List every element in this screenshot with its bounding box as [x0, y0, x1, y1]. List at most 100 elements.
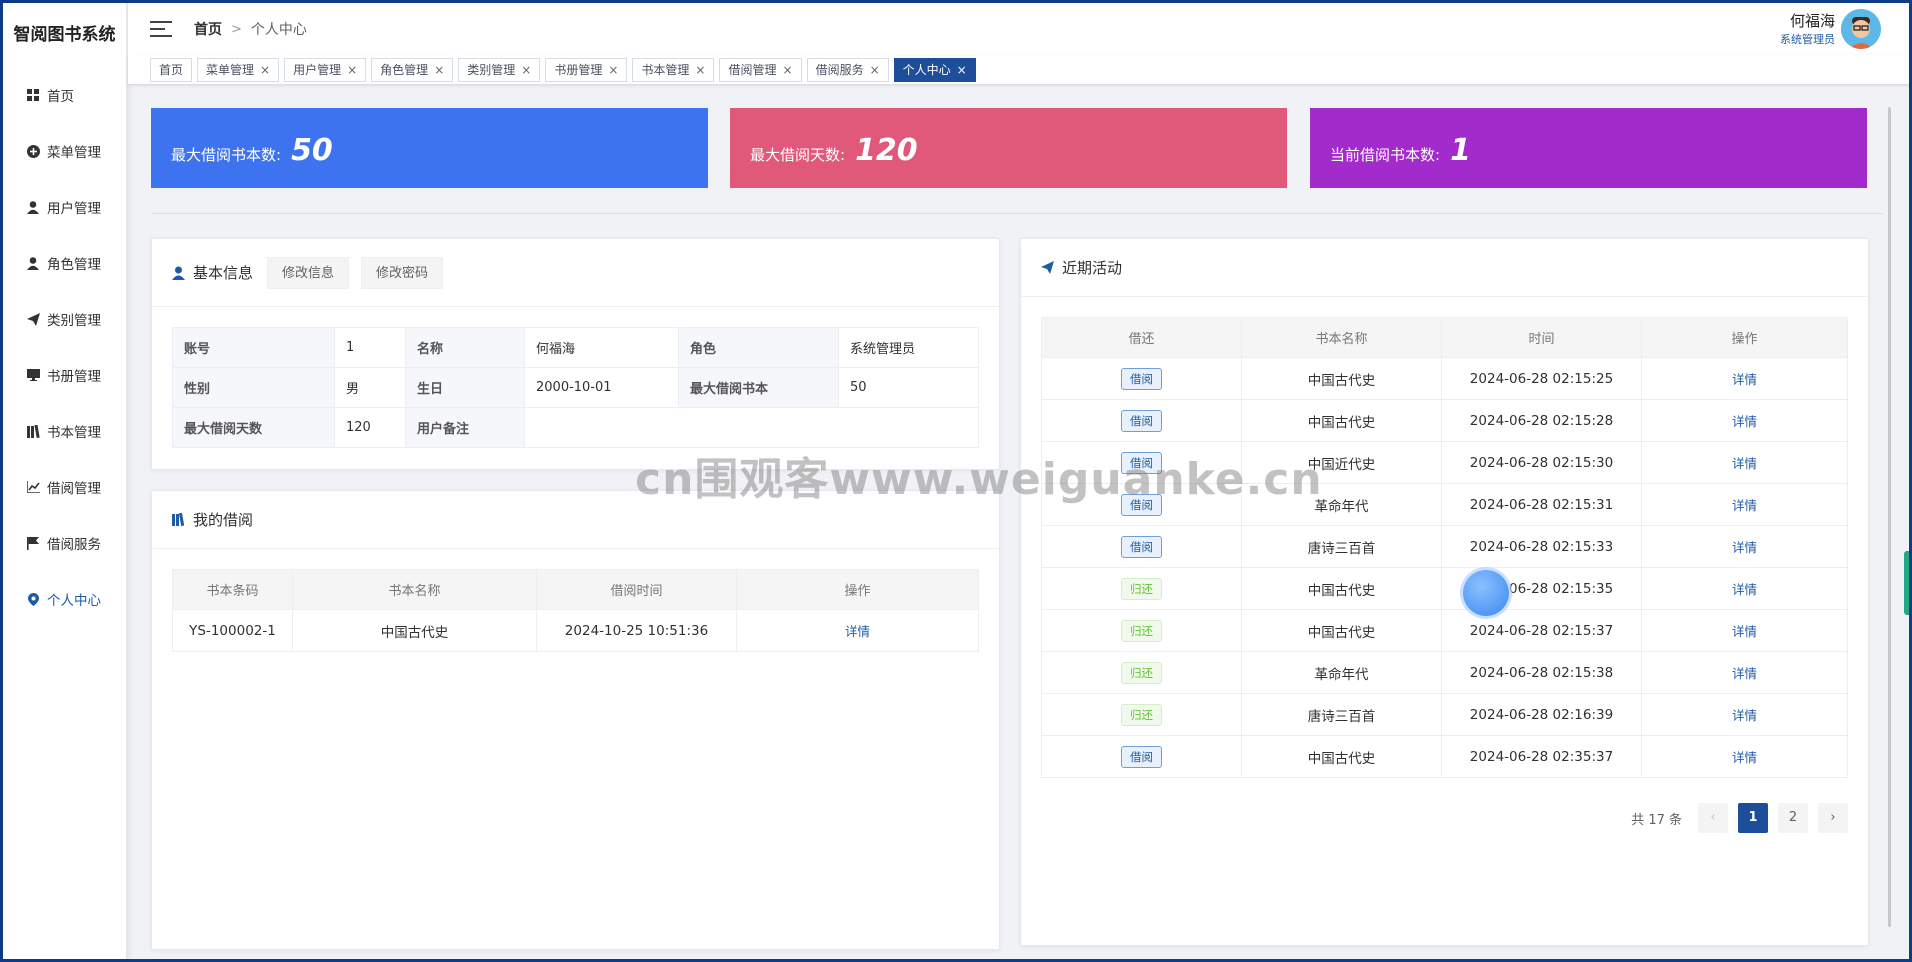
tag-item[interactable]: 书本管理 ×: [632, 57, 715, 82]
sidebar-item[interactable]: 借阅管理: [3, 459, 126, 515]
tag-item[interactable]: 用户管理 ×: [284, 57, 367, 82]
tag-item[interactable]: 菜单管理 ×: [197, 57, 280, 82]
avatar[interactable]: [1841, 9, 1881, 49]
close-icon[interactable]: ×: [608, 59, 618, 81]
type-cell: 借阅: [1041, 399, 1242, 442]
info-value: 50: [838, 367, 979, 408]
tag-item[interactable]: 借阅管理 ×: [719, 57, 802, 82]
status-badge: 借阅: [1121, 451, 1162, 474]
edit-info-button[interactable]: 修改信息: [267, 256, 350, 289]
book-name-cell: 中国古代史: [1241, 735, 1442, 778]
table-row: 借阅 革命年代 2024-06-28 02:15:31 详情: [1041, 483, 1848, 526]
time-cell: 2024-06-28 02:15:37: [1441, 609, 1642, 652]
close-icon[interactable]: ×: [434, 59, 444, 81]
page-scrollbar[interactable]: [1888, 107, 1891, 927]
breadcrumb-home[interactable]: 首页: [194, 19, 222, 39]
my-borrow-table: 书本条码 书本名称 借阅时间 操作 YS-100002-1 中国古代史 2024…: [172, 569, 979, 652]
close-icon[interactable]: ×: [870, 59, 880, 81]
sidebar-item[interactable]: 菜单管理: [3, 123, 126, 179]
info-value: 男: [334, 367, 406, 408]
borrow-time-cell: 2024-10-25 10:51:36: [536, 609, 737, 652]
edge-handle[interactable]: [1904, 551, 1909, 615]
sidebar-item[interactable]: 书册管理: [3, 347, 126, 403]
sidebar-item[interactable]: 角色管理: [3, 235, 126, 291]
breadcrumb-current: 个人中心: [250, 22, 307, 38]
detail-link[interactable]: 详情: [1732, 708, 1757, 723]
user-menu[interactable]: 何福海 系统管理员: [1780, 9, 1881, 49]
info-value: 1: [334, 327, 406, 368]
sidebar: 智阅图书系统 首页 菜单管理 用户管理 角色管理 类别管理 书册管理 书本管理 借阅管理 借阅服…: [3, 3, 127, 959]
sidebar-item[interactable]: 借阅服务: [3, 515, 126, 571]
sidebar-item[interactable]: 首页: [3, 67, 126, 123]
stat-label: 最大借阅天数:: [750, 145, 846, 164]
my-borrow-panel: 我的借阅 书本条码 书本名称 借阅时间 操作 YS-100002-1 中国古代史…: [151, 490, 1000, 950]
status-badge: 归还: [1121, 661, 1162, 684]
location-icon: [25, 591, 41, 607]
detail-link[interactable]: 详情: [1732, 414, 1757, 429]
book-name-cell: 革命年代: [1241, 483, 1442, 526]
close-icon[interactable]: ×: [347, 59, 357, 81]
menu-toggle-icon[interactable]: [150, 21, 172, 37]
change-password-button[interactable]: 修改密码: [361, 256, 444, 289]
info-value: [524, 407, 979, 448]
next-page-button[interactable]: ›: [1818, 803, 1848, 833]
sidebar-item-label: 借阅管理: [47, 481, 101, 497]
close-icon[interactable]: ×: [260, 59, 270, 81]
detail-link[interactable]: 详情: [1732, 624, 1757, 639]
action-cell: 详情: [1641, 399, 1848, 442]
sidebar-menu: 首页 菜单管理 用户管理 角色管理 类别管理 书册管理 书本管理借阅管理借阅服务 个人中心: [3, 67, 126, 627]
table-row: 借阅 中国近代史 2024-06-28 02:15:30 详情: [1041, 441, 1848, 484]
detail-link[interactable]: 详情: [1732, 540, 1757, 555]
panel-header: 基本信息 修改信息 修改密码: [152, 239, 999, 307]
close-icon[interactable]: ×: [957, 59, 967, 81]
info-key: 最大借阅天数: [172, 407, 335, 448]
detail-link[interactable]: 详情: [1732, 456, 1757, 471]
close-icon[interactable]: ×: [695, 59, 705, 81]
sidebar-item[interactable]: 个人中心: [3, 571, 126, 627]
page-button-1[interactable]: 1: [1738, 803, 1768, 833]
stat-value: 1: [1450, 132, 1471, 168]
sidebar-item[interactable]: 书本管理: [3, 403, 126, 459]
detail-link[interactable]: 详情: [845, 624, 870, 639]
detail-link[interactable]: 详情: [1732, 582, 1757, 597]
breadcrumb: 首页 > 个人中心: [194, 19, 307, 39]
barcode-cell: YS-100002-1: [172, 609, 293, 652]
pagination-total: 共 17 条: [1631, 812, 1682, 828]
tag-item[interactable]: 借阅服务 ×: [806, 57, 889, 82]
close-icon[interactable]: ×: [521, 59, 531, 81]
tag-item[interactable]: 首页: [150, 57, 193, 82]
tag-item[interactable]: 个人中心 ×: [893, 57, 976, 82]
detail-link[interactable]: 详情: [1732, 372, 1757, 387]
books-icon: [171, 513, 185, 527]
flag-icon: [25, 535, 41, 551]
stat-value: 120: [855, 132, 918, 168]
user-icon: [171, 266, 185, 280]
action-cell: 详情: [1641, 441, 1848, 484]
page-button-2[interactable]: 2: [1778, 803, 1808, 833]
basic-info-panel: 基本信息 修改信息 修改密码 账号 1 名称 何福海 角色 系统管理员 性别 男…: [151, 238, 1000, 470]
type-cell: 归还: [1041, 609, 1242, 652]
type-cell: 借阅: [1041, 483, 1242, 526]
detail-link[interactable]: 详情: [1732, 666, 1757, 681]
floating-assistant-icon[interactable]: [1463, 570, 1509, 616]
prev-page-button[interactable]: ‹: [1698, 803, 1728, 833]
table-row: 归还 唐诗三百首 2024-06-28 02:16:39 详情: [1041, 693, 1848, 736]
tag-item[interactable]: 角色管理 ×: [371, 57, 454, 82]
tag-item[interactable]: 类别管理 ×: [458, 57, 541, 82]
table-row: YS-100002-1 中国古代史 2024-10-25 10:51:36 详情: [172, 609, 979, 652]
recent-activity-panel: 近期活动 借还 书本名称 时间 操作 借阅 中国古代史 2024-06-28 02:…: [1020, 238, 1869, 946]
tag-item[interactable]: 书册管理 ×: [545, 57, 628, 82]
sidebar-item[interactable]: 用户管理: [3, 179, 126, 235]
action-cell: 详情: [736, 609, 979, 652]
panel-title: 基本信息: [193, 264, 254, 282]
detail-link[interactable]: 详情: [1732, 750, 1757, 765]
status-badge: 借阅: [1121, 535, 1162, 558]
sidebar-item[interactable]: 类别管理: [3, 291, 126, 347]
close-icon[interactable]: ×: [783, 59, 793, 81]
book-name-cell: 中国古代史: [1241, 609, 1442, 652]
tag-label: 个人中心: [902, 62, 951, 77]
time-cell: 2024-06-28 02:15:28: [1441, 399, 1642, 442]
detail-link[interactable]: 详情: [1732, 498, 1757, 513]
status-badge: 借阅: [1121, 409, 1162, 432]
action-cell: 详情: [1641, 483, 1848, 526]
